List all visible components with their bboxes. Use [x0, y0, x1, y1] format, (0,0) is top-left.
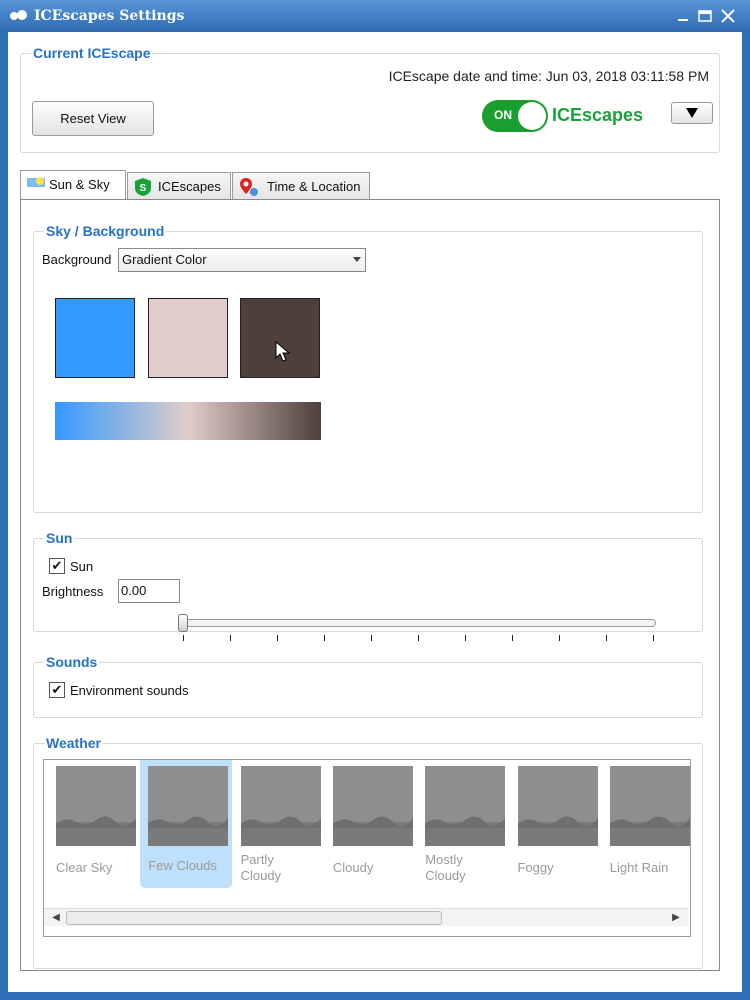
- current-icescape-group: Current ICEscape ICEscape date and time:…: [20, 45, 720, 153]
- brightness-label: Brightness: [42, 584, 104, 599]
- location-pin-icon: [240, 178, 258, 196]
- sounds-group: Sounds ✔ Environment sounds: [33, 654, 703, 718]
- group-title: Current ICEscape: [31, 45, 153, 61]
- app-icon: [10, 10, 27, 20]
- mouse-cursor-icon: [275, 341, 291, 362]
- brightness-slider-track[interactable]: [178, 619, 656, 627]
- window-title: ICEscapes Settings: [34, 8, 185, 24]
- background-select-value: Gradient Color: [122, 252, 207, 267]
- weather-thumbnail: [56, 766, 136, 846]
- weather-label: Few Clouds: [148, 858, 217, 873]
- color-swatch-2[interactable]: [148, 298, 228, 378]
- weather-thumbnail: [517, 766, 598, 846]
- weather-option[interactable]: Partly Cloudy: [239, 760, 329, 898]
- slider-tick: [277, 635, 278, 641]
- triangle-down-icon: [686, 108, 698, 118]
- environment-sounds-checkbox[interactable]: ✔: [49, 682, 65, 698]
- chevron-down-icon: [353, 257, 361, 262]
- icescape-datetime: ICEscape date and time: Jun 03, 2018 03:…: [388, 68, 709, 84]
- horizontal-scrollbar[interactable]: ◀ ▶: [44, 908, 688, 926]
- weather-thumbnail: [148, 766, 229, 846]
- tab-icescapes[interactable]: S ICEscapes: [127, 172, 231, 200]
- group-title: Sun: [44, 530, 75, 546]
- background-select[interactable]: Gradient Color: [118, 248, 366, 272]
- scroll-left-icon[interactable]: ◀: [50, 912, 62, 924]
- sun-group: Sun ✔ Sun Brightness 0.00: [33, 530, 703, 632]
- slider-tick: [512, 635, 513, 641]
- slider-tick: [559, 635, 560, 641]
- dropdown-menu-button[interactable]: [671, 102, 713, 124]
- title-bar[interactable]: ICEscapes Settings: [0, 0, 750, 32]
- environment-sounds-label: Environment sounds: [70, 683, 189, 698]
- group-title: Weather: [44, 735, 103, 751]
- shield-icon: S: [135, 178, 151, 196]
- slider-tick: [371, 635, 372, 641]
- slider-tick: [230, 635, 231, 641]
- weather-label: Cloudy: [332, 860, 374, 875]
- weather-label: Clear Sky: [56, 860, 113, 875]
- slider-tick: [465, 635, 466, 641]
- sky-icon: [27, 177, 45, 192]
- weather-thumbnail: [332, 766, 413, 846]
- scrollbar-thumb[interactable]: [66, 911, 442, 925]
- slider-tick: [183, 635, 184, 641]
- gradient-preview: [55, 402, 321, 440]
- color-swatch-3[interactable]: [240, 298, 320, 378]
- weather-thumbnail: [240, 766, 321, 846]
- tab-label: Sun & Sky: [49, 177, 110, 192]
- sun-checkbox[interactable]: ✔: [49, 558, 65, 574]
- background-label: Background: [42, 252, 112, 267]
- tab-sun-sky[interactable]: Sun & Sky: [20, 170, 126, 201]
- sun-checkbox-label: Sun: [70, 559, 94, 574]
- weather-label: Mostly Cloudy: [425, 852, 466, 883]
- toggle-knob: [518, 102, 546, 130]
- tab-label: Time & Location: [267, 179, 361, 194]
- tab-time-location[interactable]: Time & Location: [232, 172, 370, 200]
- maximize-icon[interactable]: [697, 9, 713, 23]
- toggle-on-label: ON: [494, 108, 512, 122]
- group-title: Sounds: [44, 654, 100, 670]
- color-swatch-1[interactable]: [55, 298, 135, 378]
- sky-background-group: Sky / Background Background Gradient Col…: [33, 223, 703, 513]
- weather-thumbnail: [425, 766, 506, 846]
- weather-option[interactable]: Clear Sky: [54, 760, 144, 898]
- weather-option[interactable]: Few Clouds: [140, 760, 233, 888]
- minimize-icon[interactable]: [676, 9, 692, 23]
- weather-label: Light Rain: [609, 860, 669, 875]
- settings-window: ICEscapes Settings Current ICEscape ICEs…: [0, 0, 750, 1000]
- weather-carousel: Clear Sky Few Clouds Partly Cloudy Cloudy Mo…: [43, 759, 691, 937]
- scroll-right-icon[interactable]: ▶: [670, 912, 682, 924]
- icescapes-brand: ICEscapes: [552, 105, 644, 125]
- weather-label: Partly Cloudy: [240, 852, 282, 883]
- slider-tick: [653, 635, 654, 641]
- weather-option[interactable]: Mostly Cloudy: [423, 760, 513, 898]
- weather-option[interactable]: Cloudy: [331, 760, 421, 898]
- slider-tick: [324, 635, 325, 641]
- slider-tick: [606, 635, 607, 641]
- group-title: Sky / Background: [44, 223, 167, 239]
- tab-panel-sun-sky: Sky / Background Background Gradient Col…: [20, 199, 720, 971]
- icescapes-toggle[interactable]: ON: [482, 100, 548, 132]
- brightness-input[interactable]: 0.00: [118, 579, 180, 603]
- svg-text:S: S: [140, 183, 147, 194]
- brightness-slider-thumb[interactable]: [178, 614, 188, 632]
- weather-option[interactable]: Light Rain: [608, 760, 690, 898]
- reset-view-button[interactable]: Reset View: [32, 101, 154, 136]
- slider-tick: [418, 635, 419, 641]
- client-area: Current ICEscape ICEscape date and time:…: [8, 32, 742, 992]
- close-icon[interactable]: [720, 9, 736, 23]
- weather-option[interactable]: Foggy: [516, 760, 606, 898]
- weather-thumbnail: [609, 766, 690, 846]
- tab-label: ICEscapes: [158, 179, 221, 194]
- weather-label: Foggy: [517, 860, 554, 875]
